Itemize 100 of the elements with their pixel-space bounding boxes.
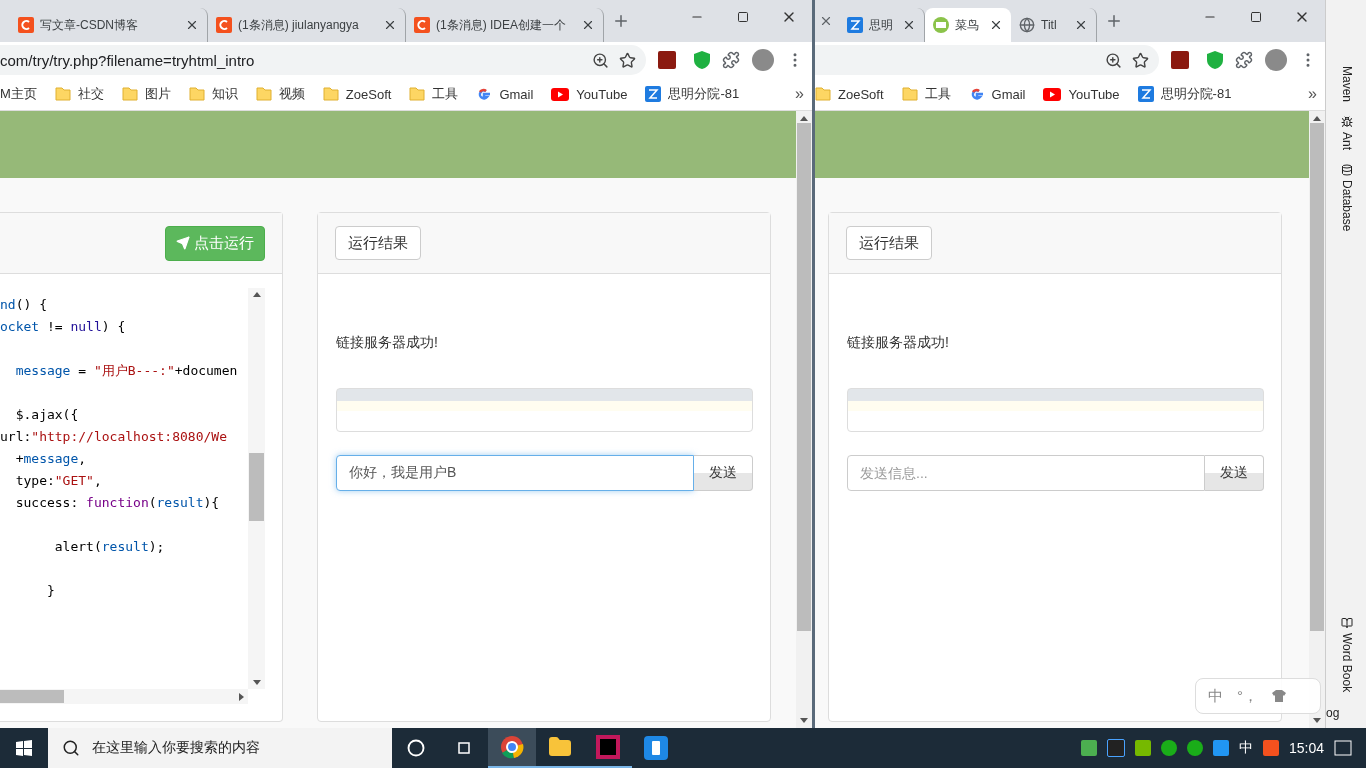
- browser-tab[interactable]: (1条消息) IDEA创建一个: [406, 8, 604, 42]
- close-icon[interactable]: [185, 18, 199, 32]
- bookmark[interactable]: 视频: [255, 85, 305, 103]
- notification-icon[interactable]: [1334, 740, 1352, 756]
- send-button[interactable]: 发送: [694, 455, 753, 491]
- bookmark[interactable]: ZoeSoft: [815, 86, 884, 102]
- close-icon[interactable]: [819, 14, 833, 28]
- code-icon: [933, 17, 949, 33]
- close-icon[interactable]: [581, 18, 595, 32]
- folder-icon: [54, 86, 71, 102]
- folder-icon: [255, 86, 272, 102]
- bookmark-star-icon[interactable]: [1132, 51, 1149, 69]
- phone-app-icon[interactable]: [644, 736, 668, 760]
- tray-icon[interactable]: [1186, 740, 1203, 756]
- code-line: type:"GET",: [14, 472, 103, 490]
- taskbar-search[interactable]: 在这里输入你要搜索的内容: [48, 728, 392, 768]
- punctuation-mode[interactable]: °，: [1237, 686, 1258, 706]
- close-icon[interactable]: [989, 18, 1003, 32]
- close-icon[interactable]: [1074, 18, 1088, 32]
- address-bar[interactable]: com/try/try.php?filename=tryhtml_intro: [0, 45, 646, 75]
- avatar[interactable]: [752, 49, 774, 71]
- globe-icon: [1019, 17, 1035, 33]
- browser-tab[interactable]: 思明: [839, 8, 925, 42]
- send-button[interactable]: 发送: [1205, 455, 1264, 491]
- browser-tab[interactable]: 写文章-CSDN博客: [10, 8, 208, 42]
- database-icon: [1340, 164, 1353, 177]
- folder-icon: [815, 86, 831, 102]
- bookmark[interactable]: 思明分院-81: [1137, 85, 1232, 103]
- tool-window-tab[interactable]: Database: [1339, 164, 1354, 232]
- extensions-icon[interactable]: [1235, 51, 1253, 69]
- book-icon: [1340, 616, 1353, 629]
- close-icon[interactable]: [383, 18, 397, 32]
- browser-tab[interactable]: 菜鸟: [925, 8, 1011, 42]
- close-icon[interactable]: [902, 18, 916, 32]
- bookmark[interactable]: YouTube: [551, 86, 628, 102]
- tray-icon[interactable]: [1106, 739, 1125, 757]
- folder-icon: [901, 86, 918, 102]
- tray-icon[interactable]: [1160, 740, 1177, 756]
- tool-window-tab[interactable]: Word Book: [1339, 616, 1354, 692]
- browser-icon: [500, 735, 524, 759]
- cortana-icon[interactable]: [407, 739, 425, 757]
- extensions-icon[interactable]: [722, 51, 740, 69]
- browser-tab[interactable]: (1条消息) jiulanyangya: [208, 8, 406, 42]
- bookmark[interactable]: 知识: [188, 85, 238, 103]
- more-bookmarks-button[interactable]: »: [795, 85, 804, 103]
- maximize-icon[interactable]: [737, 11, 749, 23]
- browser-tab[interactable]: Titl: [1011, 8, 1097, 42]
- editor-horizontal-scrollbar[interactable]: [0, 689, 248, 704]
- shirt-icon[interactable]: [1272, 690, 1286, 702]
- ime-mode[interactable]: 中: [1208, 686, 1223, 706]
- tray-icon[interactable]: [1134, 740, 1151, 756]
- more-bookmarks-button[interactable]: »: [1308, 85, 1317, 103]
- bookmark[interactable]: 社交: [54, 85, 104, 103]
- tray-icon[interactable]: [1080, 740, 1097, 756]
- tray-icon[interactable]: [1212, 740, 1229, 756]
- shield-extension-icon[interactable]: [1207, 51, 1223, 69]
- code-line: }: [45, 582, 56, 600]
- maximize-icon[interactable]: [1250, 11, 1262, 23]
- message-input[interactable]: 发送信息...: [847, 455, 1205, 491]
- site-icon: [645, 86, 662, 102]
- bookmark[interactable]: Gmail: [968, 86, 1026, 102]
- tray-icon[interactable]: [1262, 740, 1279, 756]
- taskbar-app-button[interactable]: [488, 728, 536, 768]
- new-tab-icon[interactable]: [1105, 12, 1123, 30]
- new-tab-icon[interactable]: [612, 12, 630, 30]
- result-button[interactable]: 运行结果: [335, 226, 421, 260]
- windows-icon: [16, 740, 32, 756]
- code-line: +message,: [14, 450, 88, 468]
- folder-icon: [322, 86, 339, 102]
- youtube-icon: [551, 87, 570, 101]
- avatar[interactable]: [1265, 49, 1287, 71]
- bookmark[interactable]: Gmail: [476, 86, 534, 102]
- tool-window-tab[interactable]: Maven: [1339, 66, 1354, 103]
- editor-scrollbar[interactable]: [248, 288, 265, 689]
- tool-window-tab[interactable]: Ant: [1339, 116, 1354, 151]
- bookmark[interactable]: 图片: [121, 85, 171, 103]
- page-scrollbar[interactable]: [796, 111, 812, 728]
- result-button[interactable]: 运行结果: [846, 226, 932, 260]
- bookmark-star-icon[interactable]: [619, 51, 636, 69]
- code-line: url:"http://localhost:8080/We: [0, 428, 228, 446]
- zoom-icon[interactable]: [1105, 51, 1122, 69]
- bookmark[interactable]: ZoeSoft: [322, 86, 392, 102]
- bookmark[interactable]: M主页: [0, 85, 37, 103]
- zoom-icon[interactable]: [592, 51, 609, 69]
- message-input[interactable]: 你好，我是用户B: [336, 455, 694, 491]
- code-line: ocket != null) {: [0, 318, 127, 336]
- bookmark[interactable]: 工具: [901, 85, 951, 103]
- google-icon: [476, 86, 493, 102]
- folder-icon: [121, 86, 138, 102]
- ime-toolbar[interactable]: 中 °，: [1195, 678, 1321, 714]
- ime-indicator[interactable]: 中: [1238, 739, 1253, 757]
- send-icon: [176, 236, 190, 250]
- clock[interactable]: 15:04: [1288, 740, 1324, 756]
- folder-icon: [188, 86, 205, 102]
- bookmark[interactable]: YouTube: [1043, 86, 1120, 102]
- shield-extension-icon[interactable]: [694, 51, 710, 69]
- bookmark[interactable]: 思明分院-81: [645, 85, 740, 103]
- task-view-icon[interactable]: [455, 741, 473, 755]
- page-scrollbar[interactable]: [1309, 111, 1325, 728]
- bookmark[interactable]: 工具: [409, 85, 459, 103]
